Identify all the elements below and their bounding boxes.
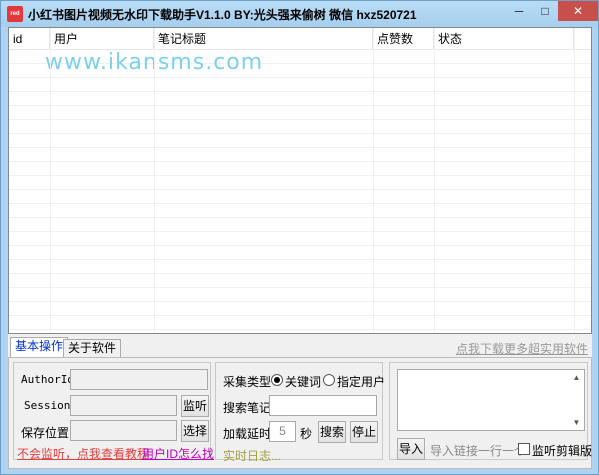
user-radio[interactable] [323,374,335,386]
table-row[interactable] [9,260,591,274]
session-label: Session [24,399,71,412]
column-header-title[interactable]: 笔记标题 [154,28,373,50]
grid-line [434,28,435,333]
table-row[interactable] [9,92,591,106]
search-button[interactable]: 搜索 [318,421,346,443]
table-row[interactable] [9,204,591,218]
import-hint: 导入链接一行一个 [430,444,527,458]
window-title: 小红书图片视频无水印下载助手V1.1.0 BY:光头强来偷树 微信 hxz520… [28,8,417,22]
column-header-likes[interactable]: 点赞数 [373,28,434,50]
import-group: ▲ ▼ 导入 导入链接一行一个 监听剪辑版 [389,362,592,460]
notes-table[interactable]: id 用户 笔记标题 点赞数 状态 www.ikansms.com [8,27,592,334]
import-links-textarea[interactable]: ▲ ▼ [397,369,585,431]
scroll-up-icon[interactable]: ▲ [569,370,584,385]
app-window: red 小红书图片视频无水印下载助手V1.1.0 BY:光头强来偷树 微信 hx… [0,0,599,475]
scroll-down-icon[interactable]: ▼ [569,415,584,430]
find-userid-link[interactable]: 用户ID怎么找 [142,445,214,462]
table-row[interactable] [9,190,591,204]
table-row[interactable] [9,134,591,148]
table-body [9,50,591,333]
keyword-radio-label[interactable]: 关键词 [285,373,321,390]
grid-line [574,28,575,333]
clipboard-checkbox[interactable] [518,443,530,455]
collect-group: 采集类型 关键词 指定用户 搜索笔记 加载延时 5 秒 搜索 停止 实时日志..… [215,362,385,463]
tab-strip: 基本操作 关于软件 点我下载更多超实用软件 [8,337,592,357]
session-field[interactable] [70,395,177,416]
table-row[interactable] [9,274,591,288]
search-notes-label: 搜索笔记 [223,401,272,415]
column-header-id[interactable]: id [9,28,50,50]
user-radio-label[interactable]: 指定用户 [337,373,385,390]
app-icon: red [7,6,23,22]
client-area: id 用户 笔记标题 点赞数 状态 www.ikansms.com 基本操作 关… [8,27,592,469]
tab-about-software[interactable]: 关于软件 [63,339,122,357]
maximize-button[interactable]: □ [532,1,558,21]
choose-folder-button[interactable]: 选择 [181,420,209,442]
column-header-status[interactable]: 状态 [434,28,574,50]
authorid-label: AuthorId [21,373,74,386]
table-row[interactable] [9,78,591,92]
column-header-user[interactable]: 用户 [50,28,154,50]
radio-selected-dot [274,377,280,383]
minimize-button[interactable]: ─ [506,1,532,21]
more-software-link[interactable]: 点我下载更多超实用软件 [456,340,588,357]
collect-type-label: 采集类型 [223,375,272,389]
stop-button[interactable]: 停止 [350,421,378,443]
credentials-group: AuthorId Session 监听 保存位置 选择 不会监听，点我查看教程 … [13,362,214,462]
table-row[interactable] [9,302,591,316]
grid-line [154,28,155,333]
realtime-log-label: 实时日志... [223,449,282,463]
seconds-unit-label: 秒 [300,427,313,441]
tutorial-link[interactable]: 不会监听，点我查看教程 [17,445,149,462]
title-bar: red 小红书图片视频无水印下载助手V1.1.0 BY:光头强来偷树 微信 hx… [1,1,598,27]
load-delay-label: 加载延时 [223,427,272,441]
keyword-radio[interactable] [271,374,283,386]
table-row[interactable] [9,176,591,190]
basic-operations-panel: AuthorId Session 监听 保存位置 选择 不会监听，点我查看教程 … [8,357,592,469]
search-notes-input[interactable] [269,395,377,416]
clipboard-checkbox-label[interactable]: 监听剪辑版 [532,442,592,459]
delay-seconds-input[interactable]: 5 [269,421,296,442]
table-row[interactable] [9,148,591,162]
table-row[interactable] [9,232,591,246]
table-row[interactable] [9,246,591,260]
authorid-field[interactable] [70,369,208,390]
import-button[interactable]: 导入 [397,438,425,460]
tab-basic-operations[interactable]: 基本操作 [10,337,69,357]
table-row[interactable] [9,288,591,302]
table-header: id 用户 笔记标题 点赞数 状态 [9,28,591,50]
save-location-field[interactable] [70,420,177,441]
close-button[interactable]: ✕ [558,1,598,21]
save-location-label: 保存位置 [21,426,70,440]
listen-button[interactable]: 监听 [181,395,209,417]
table-row[interactable] [9,120,591,134]
table-row[interactable] [9,162,591,176]
grid-line [373,28,374,333]
grid-line [50,28,51,333]
table-row[interactable] [9,106,591,120]
table-row[interactable] [9,218,591,232]
table-row[interactable] [9,316,591,330]
